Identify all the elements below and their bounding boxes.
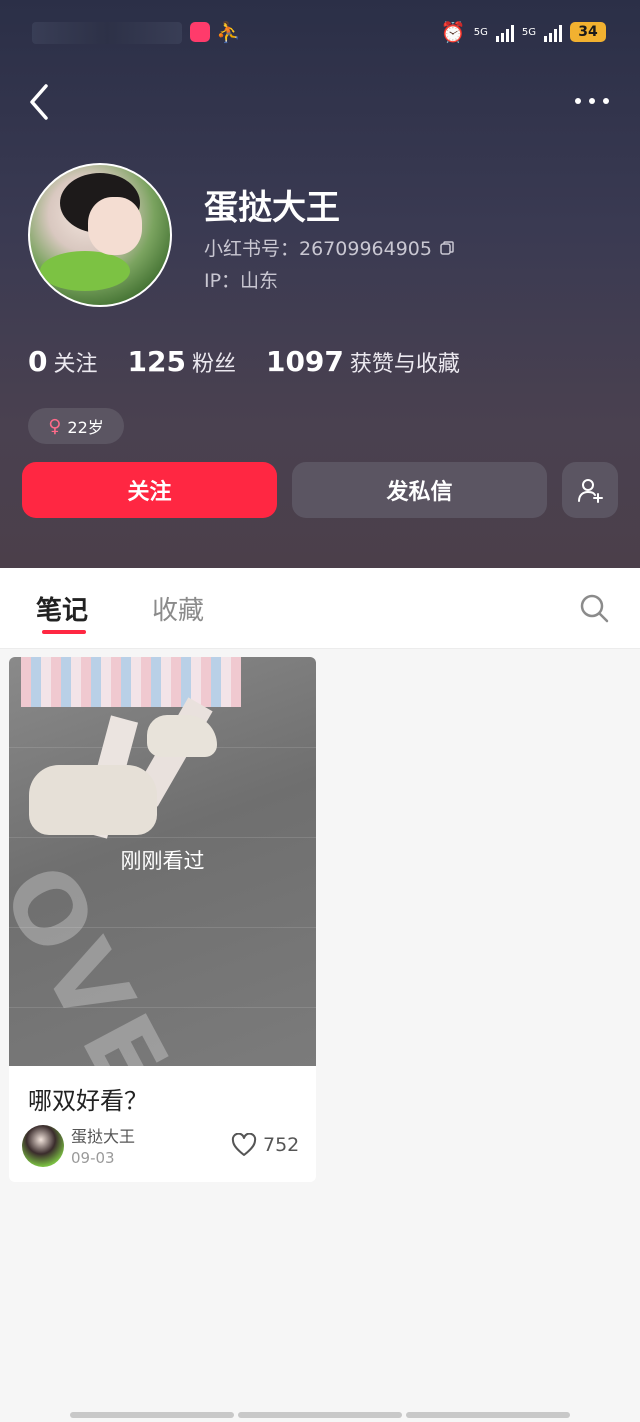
- stat-following-label: 关注: [53, 352, 98, 377]
- note-author: 蛋挞大王: [71, 1127, 136, 1146]
- female-icon: ♀: [48, 415, 62, 437]
- profile-header: ⛹ ⏰ 5G 5G 34 蛋挞大王 小红书号：26709964905 IP：山东…: [0, 0, 640, 568]
- cover-shoe: [29, 765, 157, 835]
- search-icon[interactable]: [578, 592, 610, 624]
- status-notifications-blurred: [32, 22, 182, 44]
- signal-icon-1: [495, 22, 514, 42]
- back-icon[interactable]: [26, 82, 56, 122]
- status-right: ⏰ 5G 5G 34: [441, 20, 606, 44]
- stat-likes-label: 获赞与收藏: [349, 352, 460, 377]
- author-avatar[interactable]: [22, 1125, 64, 1167]
- like-button[interactable]: 752: [231, 1133, 299, 1157]
- cover-skirt: [21, 657, 241, 707]
- like-count: 752: [263, 1134, 300, 1156]
- profile-avatar[interactable]: [28, 163, 172, 307]
- gesture-bar: [70, 1412, 570, 1418]
- add-user-icon: [578, 479, 603, 503]
- alarm-icon: ⏰: [440, 20, 466, 44]
- floor-line: [9, 837, 316, 838]
- stat-following-num: 0: [28, 345, 48, 378]
- note-cover-image[interactable]: OVE 刚刚看过: [9, 657, 316, 1066]
- age-gender-tag: ♀ 22岁: [28, 408, 124, 444]
- profile-name: 蛋挞大王: [204, 188, 340, 228]
- more-icon[interactable]: [574, 96, 610, 106]
- ip-location: IP：山东: [204, 270, 279, 292]
- profile-stats: 0 关注 125 粉丝 1097 获赞与收藏: [28, 345, 460, 378]
- copy-icon[interactable]: [440, 240, 454, 255]
- redbook-id-text: 小红书号：26709964905: [204, 238, 432, 260]
- recently-viewed-label: 刚刚看过: [120, 849, 205, 873]
- avatar-face: [88, 197, 142, 255]
- person-icon: ⛹: [216, 20, 241, 44]
- status-bar: ⛹ ⏰ 5G 5G 34: [0, 0, 640, 68]
- message-button[interactable]: 发私信: [292, 462, 547, 518]
- stat-following[interactable]: 0 关注: [28, 345, 98, 378]
- note-date: 09-03: [71, 1149, 115, 1167]
- network-label-1: 5G: [473, 26, 488, 38]
- age-text: 22岁: [67, 418, 104, 437]
- stat-followers-label: 粉丝: [191, 352, 236, 377]
- stat-followers[interactable]: 125 粉丝: [128, 345, 236, 378]
- content-tabs: 笔记 收藏: [0, 568, 640, 649]
- stat-likes-collections[interactable]: 1097 获赞与收藏: [266, 345, 460, 378]
- stat-likes-num: 1097: [265, 345, 344, 378]
- battery-icon: 34: [570, 22, 606, 42]
- tab-collections[interactable]: 收藏: [152, 590, 204, 627]
- add-friend-button[interactable]: [562, 462, 618, 518]
- note-card[interactable]: OVE 刚刚看过 哪双好看？ 蛋挞大王 09-03 752: [9, 657, 316, 1182]
- avatar-grapes: [40, 251, 130, 291]
- follow-button[interactable]: 关注: [22, 462, 277, 518]
- signal-icon-2: [544, 22, 562, 42]
- heart-icon: [231, 1133, 257, 1156]
- tab-notes[interactable]: 笔记: [36, 590, 88, 627]
- network-label-2: 5G: [521, 26, 536, 38]
- cover-shoe: [147, 715, 217, 757]
- redbook-id: 小红书号：26709964905: [204, 234, 454, 261]
- app-notification-icon: [190, 22, 210, 42]
- note-title: 哪双好看？: [28, 1087, 148, 1115]
- active-tab-indicator: [42, 630, 86, 634]
- cover-watermark: OVE: [9, 847, 194, 1066]
- stat-followers-num: 125: [127, 345, 186, 378]
